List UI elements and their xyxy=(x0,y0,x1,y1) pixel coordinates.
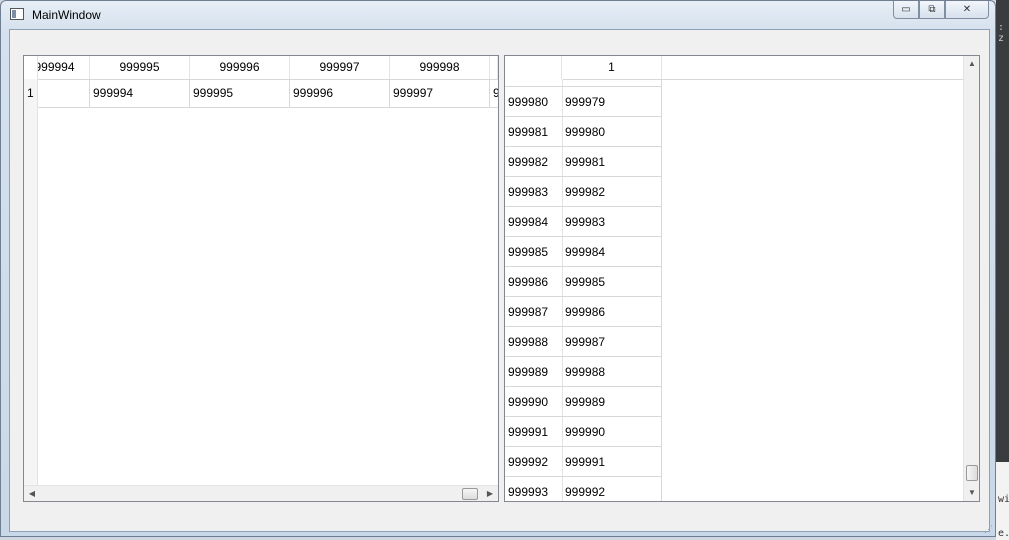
scroll-thumb[interactable] xyxy=(966,465,978,481)
table-cell[interactable]: 9 xyxy=(490,79,498,107)
table-cell[interactable]: 999989 xyxy=(562,387,662,417)
background-text: wi xyxy=(998,494,1009,505)
table-cell[interactable] xyxy=(38,79,90,107)
table-cell[interactable]: 999996 xyxy=(290,79,390,107)
table-row: 999990 999989 xyxy=(505,387,663,417)
restore-icon: ⧉ xyxy=(928,4,936,15)
column-header[interactable]: 9 xyxy=(490,56,498,79)
close-button[interactable]: ✕ xyxy=(945,1,989,19)
table-row: 999987 999986 xyxy=(505,297,663,327)
table-row xyxy=(505,79,663,87)
row-header-label[interactable] xyxy=(505,79,562,87)
scroll-right-icon[interactable]: ▶ xyxy=(482,486,498,501)
column-header[interactable]: 999995 xyxy=(90,56,190,79)
right-table-header: 1 xyxy=(505,56,963,80)
horizontal-scrollbar[interactable]: ◀ ▶ xyxy=(24,485,498,501)
central-widget: 999994 999995 999996 999997 999998 9 1 9… xyxy=(9,29,990,532)
table-row: 999981 999980 xyxy=(505,117,663,147)
left-table-header: 999994 999995 999996 999997 999998 9 xyxy=(24,56,498,80)
size-grip-icon[interactable]: ⋰ xyxy=(983,524,993,534)
table-cell[interactable]: 999983 xyxy=(562,207,662,237)
maximize-button[interactable]: ⧉ xyxy=(919,1,945,19)
row-header-label[interactable]: 999981 xyxy=(505,117,562,147)
column-header[interactable]: 1 xyxy=(562,56,662,79)
row-header-label[interactable]: 999984 xyxy=(505,207,562,237)
table-cell[interactable]: 999992 xyxy=(562,477,662,501)
table-row: 999992 999991 xyxy=(505,447,663,477)
table-row: 999988 999987 xyxy=(505,327,663,357)
column-header[interactable]: 999997 xyxy=(290,56,390,79)
right-table-corner-button[interactable] xyxy=(505,56,562,79)
table-cell[interactable]: 999979 xyxy=(562,87,662,117)
scroll-down-icon[interactable]: ▼ xyxy=(964,485,979,501)
table-cell[interactable]: 999984 xyxy=(562,237,662,267)
table-cell[interactable] xyxy=(562,79,662,87)
title-bar[interactable]: MainWindow ▭ ⧉ ✕ xyxy=(1,1,995,29)
row-header-label[interactable]: 999987 xyxy=(505,297,562,327)
row-header-label[interactable]: 999992 xyxy=(505,447,562,477)
table-cell[interactable]: 999995 xyxy=(190,79,290,107)
table-row: 999983 999982 xyxy=(505,177,663,207)
left-table-row-header: 1 xyxy=(24,79,38,485)
row-header-label[interactable]: 999983 xyxy=(505,177,562,207)
left-table-corner-button[interactable] xyxy=(24,56,38,79)
row-header-label[interactable]: 999993 xyxy=(505,477,562,501)
background-text: e. xyxy=(998,528,1009,539)
table-cell[interactable]: 999988 xyxy=(562,357,662,387)
table-cell[interactable]: 999982 xyxy=(562,177,662,207)
close-icon: ✕ xyxy=(962,4,972,15)
table-row: 999984 999983 xyxy=(505,207,663,237)
row-header-label[interactable]: 999986 xyxy=(505,267,562,297)
table-row: 999989 999988 xyxy=(505,357,663,387)
table-row: 999982 999981 xyxy=(505,147,663,177)
right-table-body: 999980 999979 999981 999980 999982 999981 9999… xyxy=(505,79,963,501)
table-cell[interactable]: 999990 xyxy=(562,417,662,447)
window-title: MainWindow xyxy=(32,8,101,22)
window-controls: ▭ ⧉ ✕ xyxy=(893,1,989,19)
row-header-label[interactable]: 999980 xyxy=(505,87,562,117)
table-cell[interactable]: 999981 xyxy=(562,147,662,177)
row-header-label[interactable]: 999991 xyxy=(505,417,562,447)
main-window: MainWindow ▭ ⧉ ✕ 999994 999995 999996 99… xyxy=(0,0,996,537)
table-cell[interactable]: 999994 xyxy=(90,79,190,107)
column-header[interactable]: 999994 xyxy=(38,56,90,79)
table-cell[interactable]: 999997 xyxy=(390,79,490,107)
row-header-label[interactable]: 999990 xyxy=(505,387,562,417)
table-row: 999993 999992 xyxy=(505,477,663,501)
table-row: 999986 999985 xyxy=(505,267,663,297)
row-header-label[interactable]: 999988 xyxy=(505,327,562,357)
table-row: 999985 999984 xyxy=(505,237,663,267)
table-cell[interactable]: 999985 xyxy=(562,267,662,297)
minimize-icon: ▭ xyxy=(901,4,911,15)
column-header[interactable]: 999998 xyxy=(390,56,490,79)
row-header-label[interactable]: 999985 xyxy=(505,237,562,267)
row-header-label[interactable]: 999989 xyxy=(505,357,562,387)
background-text: : z xyxy=(998,22,1005,44)
row-header-label[interactable]: 999982 xyxy=(505,147,562,177)
row-header-label[interactable]: 1 xyxy=(27,86,34,100)
column-header[interactable]: 999996 xyxy=(190,56,290,79)
scroll-thumb[interactable] xyxy=(462,488,478,500)
scroll-up-icon[interactable]: ▲ xyxy=(964,56,979,72)
minimize-button[interactable]: ▭ xyxy=(893,1,919,19)
background-panel: wi e. xyxy=(996,462,1009,540)
scroll-left-icon[interactable]: ◀ xyxy=(24,486,40,501)
app-window-icon[interactable] xyxy=(10,8,24,20)
table-row: 999994 999995 999996 999997 9 xyxy=(38,79,498,108)
right-table-view[interactable]: 1 999980 999979 999981 999980 999982 999981 99… xyxy=(504,55,980,502)
background-terminal: : z wi e. xyxy=(996,0,1009,540)
table-row: 999991 999990 xyxy=(505,417,663,447)
table-row: 999980 999979 xyxy=(505,87,663,117)
table-cell[interactable]: 999991 xyxy=(562,447,662,477)
table-cell[interactable]: 999980 xyxy=(562,117,662,147)
left-table-view[interactable]: 999994 999995 999996 999997 999998 9 1 9… xyxy=(23,55,499,502)
table-cell[interactable]: 999986 xyxy=(562,297,662,327)
vertical-scrollbar[interactable]: ▲ ▼ xyxy=(963,56,979,501)
table-cell[interactable]: 999987 xyxy=(562,327,662,357)
